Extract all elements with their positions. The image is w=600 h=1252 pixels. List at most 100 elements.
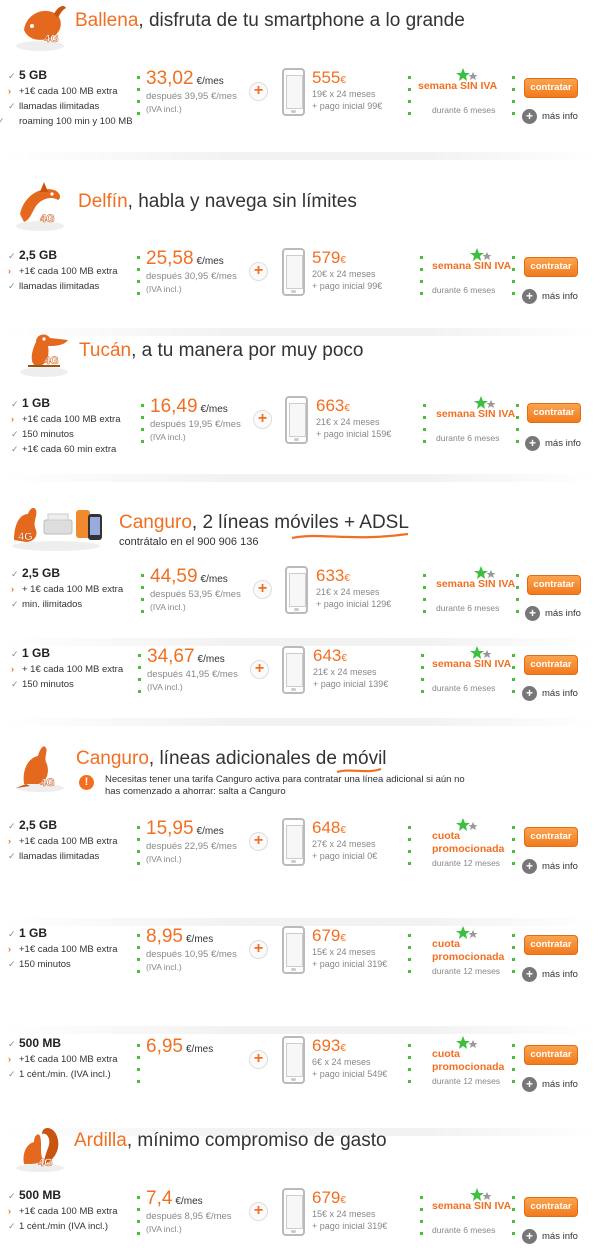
more-info-link[interactable]: + más info [525,606,581,621]
divider-dots [137,1044,140,1092]
smartphone-icon [282,68,305,116]
section-header: 4G Tucán, a tu manera por muy poco [0,326,600,386]
more-info-link[interactable]: + más info [522,967,578,982]
check-icon: ✓ [11,429,19,439]
section-header: 4G Canguro, 2 líneas móviles + ADSL cont… [0,500,600,560]
arrow-icon: › [8,86,11,96]
plan-features: ✓ 500 MB › +1€ cada 100 MB extra ✓ 1 cént./… [8,1188,118,1232]
divider-dots [408,76,411,124]
check-icon: ✓ [8,1039,16,1049]
more-info-link[interactable]: + más info [522,1229,578,1244]
arrow-icon: › [11,584,14,594]
plus-circle-icon: + [522,1229,537,1244]
plus-circle-icon: + [522,967,537,982]
contratar-button[interactable]: contratar [527,403,581,423]
device-price: 633€ 21€ x 24 meses + pago inicial 129€ [316,566,392,609]
divider-dots [141,574,144,622]
plan-row: ✓ 2,5 GB › +1€ cada 100 MB extra ✓ llamadas… [0,248,600,336]
more-info-link[interactable]: + más info [522,686,578,701]
kangaroo-icon: 4G [16,746,64,792]
divider-dots [512,256,515,304]
contratar-button[interactable]: contratar [524,1045,578,1065]
handdrawn-underline [291,532,409,540]
more-info-link[interactable]: + más info [522,109,578,124]
plan-row: ✓ 1 GB › + 1€ cada 100 MB extra ✓ 150 minut… [0,646,600,726]
check-icon: ✓ [11,679,19,689]
divider-dots [408,1044,411,1092]
plus-circle-icon: + [522,859,537,874]
kangaroo-router-icon: 4G [12,507,102,551]
plan-features: ✓ 2,5 GB › +1€ cada 100 MB extra ✓ llamadas… [8,818,118,862]
divider-dots [516,574,519,622]
device-price: 579€ 20€ x 24 meses + pago inicial 99€ [312,248,383,291]
divider-dots [408,934,411,982]
section-title: Ballena, disfruta de tu smartphone a lo … [75,10,465,31]
divider-dots [137,826,140,874]
contratar-button[interactable]: contratar [527,575,581,595]
check-icon: ✓ [8,929,16,939]
divider-dots [137,1196,140,1244]
squirrel-icon: 4G [16,1128,64,1172]
plan-features: ✓ 5 GB › +1€ cada 100 MB extra ✓ llamadas i… [0,68,133,127]
more-info-link[interactable]: + más info [522,859,578,874]
check-icon: ✓ [8,1191,16,1201]
check-icon: ✓ [8,851,16,861]
section-header: 4G Canguro, líneas adicionales de móvil … [0,740,600,800]
device-price: 679€ 15€ x 24 meses + pago inicial 319€ [312,1188,388,1231]
whale-icon: 4G [16,6,66,51]
arrow-icon: › [11,414,14,424]
check-icon: ✓ [8,101,16,111]
section-title: Delfín, habla y navega sin límites [78,191,357,212]
svg-text:4G: 4G [44,355,59,367]
divider-dots [512,76,515,124]
plus-icon: + [253,410,272,429]
plan-row: ✓ 5 GB › +1€ cada 100 MB extra ✓ llamadas i… [0,68,600,160]
arrow-icon: › [11,664,14,674]
divider-dots [516,404,519,452]
toucan-icon: 4G [20,334,68,377]
contratar-button[interactable]: contratar [524,78,578,98]
divider-dots [141,404,144,452]
plan-price: 33,02 €/mes después 39,95 €/mes (IVA incl… [146,68,237,114]
divider-dots [138,654,141,702]
arrow-icon: › [8,944,11,954]
check-icon: ✓ [11,599,19,609]
smartphone-icon [285,566,308,614]
plan-price: 16,49 €/mes después 19,95 €/mes (IVA incl… [150,396,241,442]
check-icon: ✓ [8,959,16,969]
contratar-button[interactable]: contratar [524,827,578,847]
contratar-button[interactable]: contratar [524,655,578,675]
divider-dots [137,76,140,124]
plus-icon: + [249,940,268,959]
dolphin-icon: 4G [16,182,64,231]
more-info-link[interactable]: + más info [525,436,581,451]
svg-text:4G: 4G [18,531,33,543]
svg-text:4G: 4G [40,777,55,789]
check-icon: ✓ [8,251,16,261]
plus-icon: + [249,1202,268,1221]
plus-icon: + [249,262,268,281]
smartphone-icon [285,396,308,444]
divider-dots [512,654,515,702]
plan-features: ✓ 1 GB › + 1€ cada 100 MB extra ✓ 150 minut… [11,646,124,690]
check-icon: ✓ [8,1069,16,1079]
plus-icon: + [249,1050,268,1069]
arrow-icon: › [8,1206,11,1216]
divider-dots [137,934,140,982]
check-icon: ✓ [11,569,19,579]
more-info-link[interactable]: + más info [522,1077,578,1092]
plan-features: ✓ 2,5 GB › + 1€ cada 100 MB extra ✓ min. il… [11,566,124,610]
device-price: 643€ 21€ x 24 meses + pago inicial 139€ [313,646,389,689]
contratar-button[interactable]: contratar [524,257,578,277]
more-info-link[interactable]: + más info [522,289,578,304]
plan-row: ✓ 1 GB › +1€ cada 100 MB extra ✓ 150 minuto… [0,396,600,482]
contratar-button[interactable]: contratar [524,1197,578,1217]
plus-circle-icon: + [522,289,537,304]
contratar-button[interactable]: contratar [524,935,578,955]
check-icon: ✓ [8,281,16,291]
svg-text:4G: 4G [40,213,55,225]
device-price: 663€ 21€ x 24 meses + pago inicial 159€ [316,396,392,439]
plus-icon: + [249,832,268,851]
divider-dots [512,1196,515,1244]
divider-dots [420,256,423,304]
